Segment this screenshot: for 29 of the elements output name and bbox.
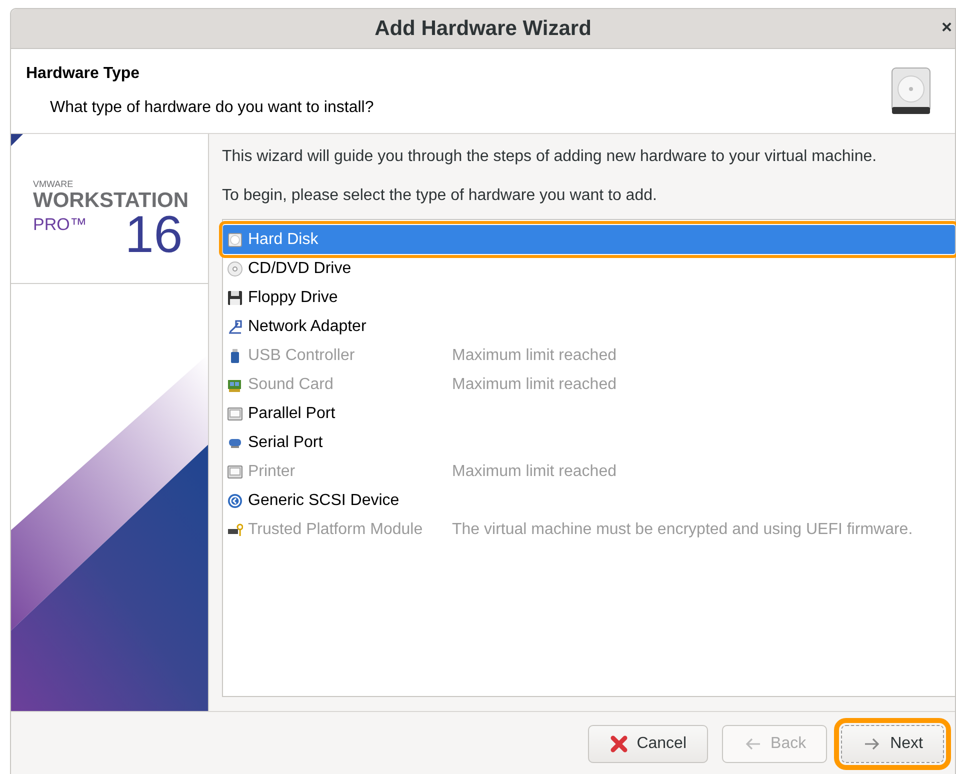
cancel-button[interactable]: Cancel <box>588 725 708 763</box>
brand-text: VMWARE <box>33 179 74 189</box>
instruction-text: To begin, please select the type of hardware you want to add. <box>222 187 658 205</box>
close-button[interactable]: × <box>939 17 954 38</box>
cross-icon <box>608 734 629 754</box>
disc-icon <box>227 260 243 276</box>
corner-mark-icon <box>11 134 23 146</box>
page-subtitle: What type of hardware do you want to install? <box>50 99 374 117</box>
status-note: Maximum limit reached <box>452 346 616 364</box>
window-title: Add Hardware Wizard <box>374 16 592 40</box>
floppy-icon <box>227 290 243 306</box>
edition-text: PRO™ <box>33 215 87 235</box>
hardware-item[interactable]: Hard Disk <box>223 225 955 254</box>
hardware-item[interactable]: Network Adapter <box>223 312 955 341</box>
status-note: Maximum limit reached <box>452 376 616 394</box>
disk-icon <box>227 232 243 248</box>
chip-icon <box>227 522 243 538</box>
product-name: WORKSTATION <box>33 189 190 213</box>
hardware-item[interactable]: Serial Port <box>223 428 955 457</box>
hardware-item[interactable]: Generic SCSI Device <box>223 486 955 515</box>
hardware-item[interactable]: CD/DVD Drive <box>223 254 955 283</box>
version-number: 16 <box>124 211 183 260</box>
hardware-item[interactable]: Parallel Port <box>223 399 955 428</box>
scsi-icon <box>227 492 243 508</box>
hardware-item[interactable]: Floppy Drive <box>223 283 955 312</box>
status-note: The virtual machine must be encrypted and using UEFI firmware. <box>452 520 913 538</box>
status-note: Maximum limit reached <box>452 462 616 480</box>
intro-text: This wizard will guide you through the steps of adding new hardware to your virtual machine. <box>222 148 878 166</box>
page-title: Hardware Type <box>26 65 141 83</box>
